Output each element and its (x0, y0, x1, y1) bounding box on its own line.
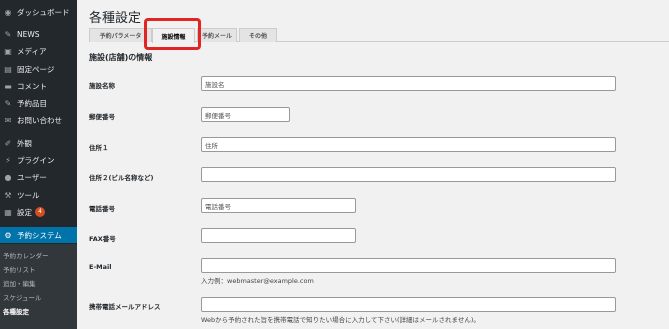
page-icon: ▤ (4, 64, 12, 74)
mobile-email-hint: Webから予約された旨を携帯電話で知りたい場合に入力して下さい(詳細はメールされ… (201, 316, 480, 324)
gear-icon: ⚙ (4, 230, 12, 240)
postal-code-input[interactable]: 郵便番号 (201, 107, 290, 122)
section-title: 施設(店舗)の情報 (89, 53, 153, 62)
page-title: 各種設定 (89, 11, 142, 26)
address1-input[interactable]: 住所 (201, 137, 616, 152)
sidebar-item-label: NEWS (17, 29, 40, 39)
sidebar-item-label: プラグイン (17, 155, 55, 165)
sidebar-item-tools[interactable]: ⚒ ツール (0, 187, 77, 203)
appearance-icon: ✐ (4, 138, 12, 148)
postal-code-label: 郵便番号 (89, 113, 115, 121)
sidebar-item-label: 設定 (17, 207, 32, 217)
admin-sidebar: ◉ ダッシュボード ✎ NEWS ▣ メディア ▤ 固定ページ ▬ コメント ✎ 予約品目 … (0, 0, 77, 329)
submenu-item-list[interactable]: 予約リスト (3, 264, 36, 274)
sidebar-item-label: ダッシュボード (17, 7, 70, 17)
settings-icon: ▦ (4, 207, 12, 217)
email-input[interactable] (201, 258, 616, 273)
tab-other[interactable]: その他 (239, 28, 277, 42)
facility-name-label: 施設名称 (89, 82, 115, 90)
phone-label: 電話番号 (89, 205, 115, 213)
sidebar-item-label: 固定ページ (17, 64, 55, 74)
address2-input[interactable] (201, 167, 616, 182)
fax-label: FAX番号 (89, 235, 116, 243)
user-icon: ● (4, 172, 12, 182)
email-hint: 入力例：webmaster@example.com (201, 277, 314, 285)
mail-icon: ✉ (4, 115, 12, 125)
sidebar-item-label: コメント (17, 81, 47, 91)
main-content: 各種設定 予約パラメータ 施設情報 予約メール その他 施設(店舗)の情報 施設… (77, 0, 669, 329)
sidebar-item-label: ツール (17, 190, 40, 200)
address2-label: 住所２(ビル名称など) (89, 174, 154, 182)
sidebar-item-pages[interactable]: ▤ 固定ページ (0, 61, 77, 77)
dashboard-icon: ◉ (4, 7, 12, 17)
sidebar-item-reservation-system[interactable]: ⚙ 予約システム (0, 227, 77, 243)
tab-highlight-box (144, 18, 201, 50)
comment-icon: ▬ (4, 81, 12, 91)
tool-icon: ⚒ (4, 190, 12, 200)
sidebar-item-comments[interactable]: ▬ コメント (0, 78, 77, 94)
submenu-item-calendar[interactable]: 予約カレンダー (3, 250, 49, 260)
sidebar-item-label: 外観 (17, 138, 32, 148)
update-count-badge: 4 (35, 207, 45, 217)
mobile-email-label: 携帯電話メールアドレス (89, 303, 161, 311)
sidebar-item-label: ユーザー (17, 172, 47, 182)
sidebar-item-label: お問い合わせ (17, 115, 62, 125)
sidebar-item-label: 予約システム (17, 230, 62, 240)
sidebar-item-news[interactable]: ✎ NEWS (0, 26, 77, 42)
sidebar-item-contact[interactable]: ✉ お問い合わせ (0, 112, 77, 128)
sidebar-item-media[interactable]: ▣ メディア (0, 43, 77, 59)
media-icon: ▣ (4, 46, 12, 56)
fax-input[interactable] (201, 228, 356, 243)
submenu-item-settings[interactable]: 各種設定 (3, 306, 29, 316)
tab-reservation-parameters[interactable]: 予約パラメータ (89, 28, 152, 42)
sidebar-item-dashboard[interactable]: ◉ ダッシュボード (0, 4, 77, 20)
address1-label: 住所１ (89, 144, 109, 152)
sidebar-item-label: 予約品目 (17, 98, 47, 108)
reservation-submenu: 予約カレンダー 予約リスト 追加・編集 スケジュール 各種設定 (0, 244, 77, 329)
submenu-item-schedule[interactable]: スケジュール (3, 292, 42, 302)
mobile-email-input[interactable] (201, 297, 616, 312)
plugin-icon: ⚡ (5, 155, 11, 165)
sidebar-item-appearance[interactable]: ✐ 外観 (0, 135, 77, 151)
facility-name-input[interactable]: 施設名 (201, 76, 616, 91)
sidebar-item-label: メディア (17, 46, 47, 56)
tab-reservation-mail[interactable]: 予約メール (197, 28, 237, 42)
phone-input[interactable]: 電話番号 (201, 198, 356, 213)
sidebar-item-settings[interactable]: ▦ 設定 4 (0, 204, 77, 220)
sidebar-item-users[interactable]: ● ユーザー (0, 169, 77, 185)
sidebar-item-reservation-items[interactable]: ✎ 予約品目 (0, 95, 77, 111)
pin-icon: ✎ (4, 29, 12, 39)
sidebar-item-plugins[interactable]: ⚡ プラグイン (0, 152, 77, 168)
pin-icon: ✎ (4, 98, 12, 108)
email-label: E-Mail (89, 263, 112, 271)
submenu-item-edit[interactable]: 追加・編集 (3, 278, 36, 288)
